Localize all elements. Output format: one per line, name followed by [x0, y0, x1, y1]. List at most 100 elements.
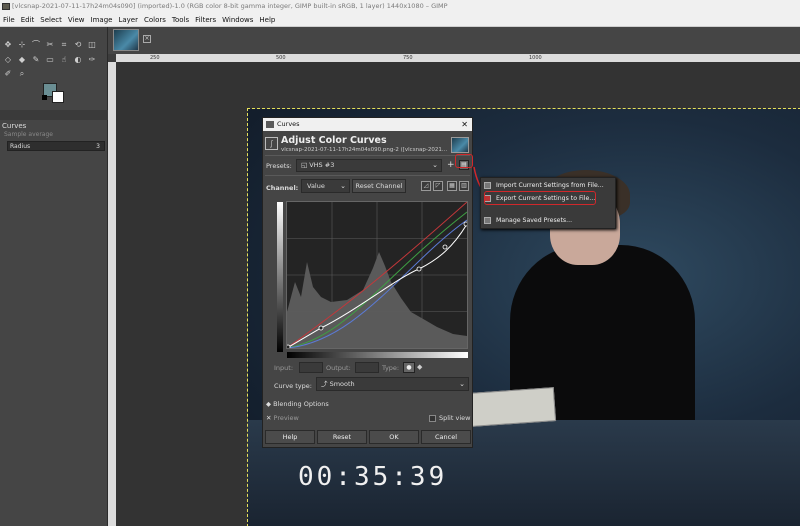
- reset-button[interactable]: Reset: [317, 430, 367, 444]
- free-select-tool-icon[interactable]: ⌒: [31, 40, 41, 50]
- presets-dropdown[interactable]: ◱ VHS #3 ⌄: [296, 159, 442, 172]
- vertical-ruler[interactable]: [108, 62, 116, 526]
- radius-label: Radius: [10, 143, 31, 150]
- color-picker-tool-icon[interactable]: ✐: [3, 69, 13, 79]
- scissors-tool-icon[interactable]: ✂: [45, 40, 55, 50]
- blending-options-label: Blending Options: [273, 400, 329, 408]
- menu-image[interactable]: Image: [91, 16, 113, 24]
- tool-options-tabs[interactable]: [0, 110, 108, 120]
- menu-help[interactable]: Help: [259, 16, 275, 24]
- dialog-app-icon: [266, 121, 274, 128]
- close-tab-icon[interactable]: ×: [143, 35, 151, 43]
- dialog-heading: Adjust Color Curves: [281, 135, 387, 146]
- channel-value: Value: [307, 182, 325, 190]
- curve-point[interactable]: [285, 344, 291, 350]
- preset-value: VHS #3: [309, 161, 335, 169]
- dialog-subtitle: vlcsnap-2021-07-11-17h24m04s090.png-2 ([…: [281, 147, 448, 153]
- curve-type-dropdown[interactable]: ⤴ Smooth ⌄: [316, 377, 469, 391]
- manage-presets-icon: [484, 216, 491, 224]
- menu-edit[interactable]: Edit: [21, 16, 35, 24]
- ok-button[interactable]: OK: [369, 430, 419, 444]
- horizontal-ruler[interactable]: 250 500 750 1000: [116, 54, 800, 62]
- paintbrush-tool-icon[interactable]: ✎: [31, 55, 41, 65]
- menu-filters[interactable]: Filters: [195, 16, 216, 24]
- curve-editor[interactable]: [285, 201, 469, 350]
- align-tool-icon[interactable]: ⊹: [17, 40, 27, 50]
- chevron-down-icon: ⌄: [459, 380, 465, 388]
- warp-tool-icon[interactable]: ◫: [87, 40, 97, 50]
- channel-label: Channel:: [266, 184, 299, 192]
- manage-presets-label: Manage Saved Presets...: [496, 217, 573, 224]
- preview-label: Preview: [273, 414, 299, 422]
- split-view-checkbox[interactable]: Split view: [429, 414, 470, 422]
- checkmark-icon: ✕: [266, 414, 274, 422]
- image-timecode: 00:35:39: [298, 462, 448, 492]
- menu-select[interactable]: Select: [40, 16, 62, 24]
- import-settings-label: Import Current Settings from File...: [496, 182, 604, 189]
- sample-average-label: Sample average: [4, 131, 53, 138]
- menu-bar: File Edit Select View Image Layer Colors…: [0, 13, 800, 27]
- curves-icon: ∫: [265, 137, 278, 150]
- ruler-tick-500: 500: [276, 55, 286, 61]
- smooth-point-icon[interactable]: ●: [403, 362, 415, 373]
- cancel-button[interactable]: Cancel: [421, 430, 471, 444]
- eraser-tool-icon[interactable]: ▭: [45, 55, 55, 65]
- manage-presets-menu-item[interactable]: Manage Saved Presets...: [484, 216, 572, 226]
- channel-dropdown[interactable]: Value ⌄: [301, 179, 350, 193]
- presets-label: Presets:: [266, 162, 292, 170]
- dialog-title: Curves: [277, 120, 300, 128]
- menu-tools[interactable]: Tools: [172, 16, 189, 24]
- cage-tool-icon[interactable]: ◇: [3, 55, 13, 65]
- smudge-tool-icon[interactable]: ☝: [59, 55, 69, 65]
- dialog-title-bar[interactable]: Curves: [263, 118, 472, 131]
- reset-channel-button[interactable]: Reset Channel: [352, 179, 406, 193]
- window-title-bar: [vlcsnap-2021-07-11-17h24m04s090] (impor…: [0, 0, 800, 13]
- input-spinbox[interactable]: [299, 362, 323, 373]
- split-view-label: Split view: [439, 414, 471, 422]
- preset-icon: ◱: [301, 161, 310, 169]
- curve-point[interactable]: [442, 244, 448, 250]
- radius-field[interactable]: Radius 3: [7, 141, 105, 151]
- chevron-down-icon: ⌄: [432, 161, 438, 169]
- dialog-close-icon[interactable]: ✕: [461, 118, 468, 131]
- menu-view[interactable]: View: [68, 16, 85, 24]
- linear-histogram-icon[interactable]: ◿: [421, 181, 431, 191]
- import-icon: [484, 181, 491, 189]
- curve-type-label: Curve type:: [274, 382, 312, 390]
- curve-point[interactable]: [318, 325, 324, 331]
- dodge-tool-icon[interactable]: ◐: [73, 55, 83, 65]
- ruler-tick-750: 750: [403, 55, 413, 61]
- image-tab-thumbnail[interactable]: [113, 29, 139, 51]
- path-tool-icon[interactable]: ✑: [87, 55, 97, 65]
- menu-colors[interactable]: Colors: [144, 16, 166, 24]
- checkbox-icon: [429, 414, 436, 422]
- menu-layer[interactable]: Layer: [118, 16, 138, 24]
- image-tabs-bar: [108, 27, 800, 54]
- curve-graph[interactable]: [285, 201, 469, 350]
- blending-options-expander[interactable]: ◆ Blending Options: [266, 400, 329, 408]
- default-colors-icon[interactable]: [42, 95, 47, 100]
- corner-point-icon[interactable]: ◆: [417, 362, 422, 373]
- help-button[interactable]: Help: [265, 430, 315, 444]
- radius-value: 3: [96, 143, 100, 150]
- bucket-fill-tool-icon[interactable]: ◆: [17, 55, 27, 65]
- curve-point[interactable]: [463, 221, 469, 227]
- output-label: Output:: [326, 364, 351, 372]
- move-tool-icon[interactable]: ✥: [3, 40, 13, 50]
- menu-windows[interactable]: Windows: [222, 16, 253, 24]
- import-settings-menu-item[interactable]: Import Current Settings from File...: [484, 181, 604, 191]
- output-spinbox[interactable]: [355, 362, 379, 373]
- chevron-down-icon: ⌄: [340, 182, 346, 190]
- image-device: [468, 387, 557, 427]
- gimp-app-icon: [2, 3, 10, 10]
- zoom-tool-icon[interactable]: ⌕: [17, 69, 27, 79]
- curve-point[interactable]: [416, 266, 422, 272]
- menu-file[interactable]: File: [3, 16, 15, 24]
- preview-checkbox[interactable]: ✕ Preview: [266, 414, 299, 422]
- background-color-swatch[interactable]: [52, 91, 64, 103]
- curve-type-value: Smooth: [329, 380, 355, 388]
- type-label: Type:: [382, 364, 400, 372]
- curve-icon: ⤴: [321, 380, 330, 388]
- rotate-tool-icon[interactable]: ⟲: [73, 40, 83, 50]
- crop-tool-icon[interactable]: ⌗: [59, 40, 69, 50]
